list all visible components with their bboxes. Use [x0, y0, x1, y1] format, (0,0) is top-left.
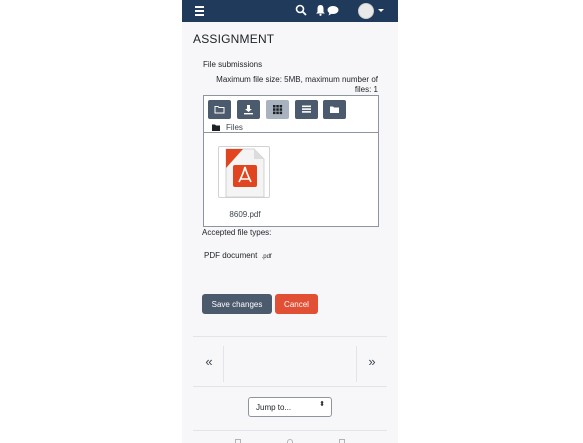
folder-icon: [212, 124, 220, 131]
next-activity-button[interactable]: »: [357, 346, 387, 376]
bell-icon[interactable]: [315, 4, 326, 16]
grid-view-button[interactable]: [266, 100, 289, 119]
back-icon[interactable]: [339, 439, 345, 443]
home-icon[interactable]: [287, 439, 293, 443]
grid-view-icon: [273, 105, 283, 115]
add-file-button[interactable]: [208, 100, 231, 119]
file-submissions-label: File submissions: [203, 60, 263, 69]
tree-view-button[interactable]: [323, 100, 346, 119]
cancel-button[interactable]: Cancel: [275, 294, 318, 314]
max-file-info: Maximum file size: 5MB, maximum number o…: [216, 75, 378, 94]
file-manager-toolbar: Files: [204, 96, 378, 133]
accepted-type-ext: .pdf: [261, 254, 272, 260]
breadcrumb: Files: [212, 123, 243, 132]
pdf-file-icon: [225, 148, 265, 198]
divider: [193, 386, 387, 387]
download-icon: [244, 105, 253, 115]
accepted-type-item: PDF document .pdf: [204, 251, 272, 260]
top-navbar: [182, 0, 398, 22]
tree-view-icon: [330, 106, 339, 113]
jump-to-select[interactable]: Jump to... ⬍: [248, 397, 332, 417]
divider: [193, 336, 387, 337]
file-name: 8609.pdf: [229, 210, 261, 219]
accepted-type-name: PDF document: [204, 251, 258, 260]
search-icon[interactable]: [295, 4, 307, 16]
avatar[interactable]: [358, 3, 374, 19]
page-title: ASSIGNMENT: [193, 32, 275, 46]
previous-activity-button[interactable]: «: [194, 346, 224, 376]
file-manager: Files 8609.pdf: [203, 95, 379, 227]
save-changes-button[interactable]: Save changes: [202, 294, 272, 314]
list-view-icon: [302, 105, 311, 113]
system-navigation-bar: [182, 433, 398, 443]
chat-icon[interactable]: [327, 5, 339, 16]
hamburger-icon[interactable]: [195, 6, 204, 16]
file-thumbnail[interactable]: [218, 146, 270, 198]
accepted-types-label: Accepted file types:: [202, 228, 272, 237]
breadcrumb-files[interactable]: Files: [226, 123, 243, 132]
jump-to-label: Jump to...: [256, 403, 292, 412]
list-view-button[interactable]: [295, 100, 318, 119]
chevron-down-icon[interactable]: [378, 9, 384, 12]
recent-apps-icon[interactable]: [235, 439, 241, 443]
phone-screen: ASSIGNMENT File submissions Maximum file…: [182, 0, 398, 443]
download-all-button[interactable]: [237, 100, 260, 119]
divider: [193, 430, 387, 431]
folder-icon: [214, 106, 225, 114]
select-arrows-icon: ⬍: [319, 401, 325, 408]
